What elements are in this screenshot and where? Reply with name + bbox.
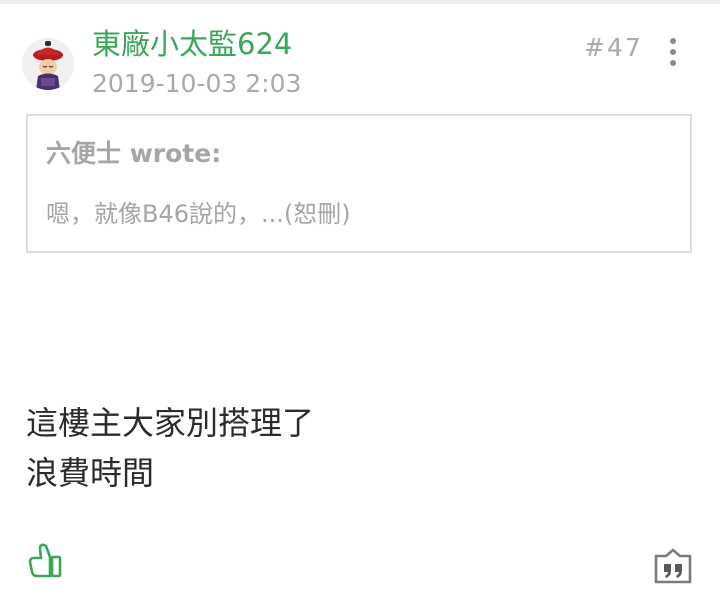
thumbs-up-icon — [28, 543, 62, 578]
quote-reply-button[interactable] — [652, 548, 694, 588]
more-vertical-icon — [670, 38, 676, 44]
author-name[interactable]: 東廠小太監624 — [92, 26, 292, 62]
post-content: 這樓主大家別搭理了 浪費時間 — [26, 398, 314, 498]
quote-author: 六便士 wrote: — [46, 139, 222, 168]
forum-post: 東廠小太監624 2019-10-03 2:03 #47 六便士 wrote: … — [0, 4, 720, 600]
content-line: 浪費時間 — [26, 454, 155, 492]
quote-text[interactable]: 嗯，就像B46說的，...(恕刪) — [46, 198, 351, 230]
post-date: 2019-10-03 2:03 — [92, 69, 302, 98]
avatar[interactable] — [22, 38, 74, 90]
content-line: 這樓主大家別搭理了 — [26, 404, 315, 442]
more-options-button[interactable] — [660, 34, 686, 70]
quote-reply-icon — [654, 548, 692, 584]
like-button[interactable] — [26, 540, 66, 580]
quote-block: 六便士 wrote: 嗯，就像B46說的，...(恕刪) — [26, 114, 692, 253]
eunuch-avatar-icon — [22, 38, 74, 90]
floor-number[interactable]: #47 — [584, 32, 643, 64]
